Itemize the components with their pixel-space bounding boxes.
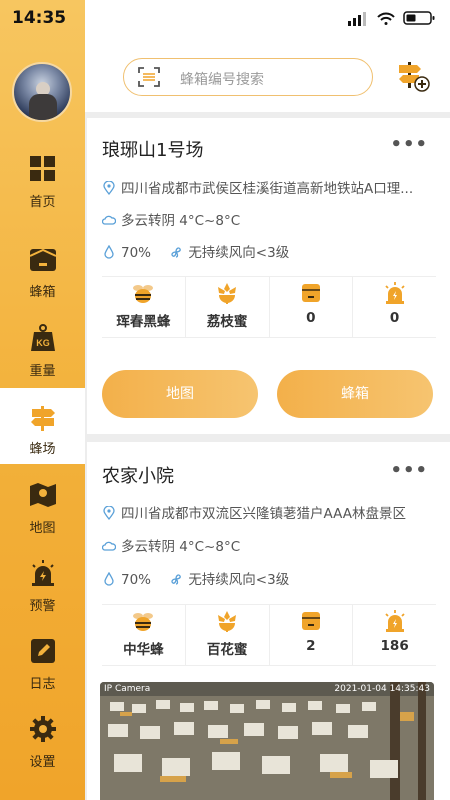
- weight-kg-icon: KG: [31, 324, 55, 351]
- apiary-name: 农家小院: [102, 466, 174, 487]
- beehive-box-icon: [301, 612, 320, 630]
- stat-alerts: 0: [353, 277, 436, 337]
- add-apiary-icon[interactable]: [397, 60, 431, 92]
- svg-text:KG: KG: [36, 338, 50, 348]
- sidebar: 14:35 首页 蜂箱 KG 重量 蜂场 地图 预警 日志 设置: [0, 0, 85, 800]
- hives-button[interactable]: 蜂箱: [277, 370, 433, 418]
- alarm-icon: [32, 560, 54, 586]
- more-options-button[interactable]: •••: [390, 460, 428, 481]
- humidity-text: 70%: [121, 245, 152, 261]
- stat-alerts: 186: [353, 605, 436, 665]
- map-icon: [30, 483, 56, 507]
- stat-bee-species: 中华蜂: [102, 605, 186, 665]
- weather-line: 多云转阴 4°C~8°C: [102, 535, 442, 555]
- location-pin-icon: [103, 506, 115, 520]
- search-placeholder: 蜂箱编号搜索: [180, 72, 264, 88]
- address-line: 四川省成都市武侯区桂溪街道高新地铁站A口理...: [102, 177, 442, 197]
- sidebar-item-alert[interactable]: 预警: [0, 559, 85, 637]
- stat-value: 百花蜜: [206, 642, 248, 658]
- apiary-signpost-icon: [31, 406, 55, 431]
- sidebar-item-label: 日志: [29, 677, 56, 692]
- wind-text: 无持续风向<3级: [188, 245, 290, 261]
- address-line: 四川省成都市双流区兴隆镇荖猎户AAA林盘景区: [102, 502, 442, 522]
- sidebar-item-label: 蜂箱: [29, 285, 56, 300]
- stat-value: 荔枝蜜: [206, 314, 248, 330]
- sidebar-item-apiary[interactable]: 蜂场: [0, 388, 85, 464]
- sidebar-item-hives[interactable]: 蜂箱: [0, 245, 85, 323]
- more-options-button[interactable]: •••: [390, 134, 428, 155]
- wind-text: 无持续风向<3级: [188, 572, 290, 588]
- log-edit-icon: [31, 639, 55, 663]
- cloud-icon: [102, 541, 116, 551]
- status-time: 14:35: [12, 8, 67, 28]
- apiary-name: 琅琊山1号场: [102, 140, 204, 161]
- apiary-stats: 中华蜂 百花蜜 2 186: [102, 604, 436, 666]
- stat-value: 中华蜂: [123, 642, 164, 658]
- humidity-wind-line: 70% 无持续风向<3级: [102, 241, 442, 261]
- bee-icon: [133, 613, 154, 631]
- beehive-box-icon: [29, 248, 57, 271]
- battery-icon: [403, 11, 435, 25]
- sidebar-item-label: 地图: [29, 521, 56, 536]
- grid-icon: [30, 156, 55, 181]
- flower-icon: [218, 283, 237, 304]
- humidity-drop-icon: [104, 245, 114, 259]
- humidity-text: 70%: [121, 572, 152, 588]
- gear-icon: [30, 716, 56, 742]
- sidebar-item-label: 蜂场: [29, 442, 56, 457]
- stat-value: 0: [306, 310, 316, 326]
- stat-value: 2: [306, 638, 316, 654]
- location-pin-icon: [103, 181, 115, 195]
- main-content: 蜂箱编号搜索 琅琊山1号场 ••• 四川省成都市武侯区桂溪街道高新地铁站A口理.…: [85, 0, 450, 800]
- camera-feed[interactable]: IP Camera 2021-01-04 14:35:43: [100, 682, 434, 800]
- sidebar-item-map[interactable]: 地图: [0, 481, 85, 559]
- wind-fan-icon: [171, 247, 182, 258]
- sidebar-item-label: 首页: [29, 195, 56, 210]
- apiary-card[interactable]: 琅琊山1号场 ••• 四川省成都市武侯区桂溪街道高新地铁站A口理... 多云转阴…: [87, 118, 450, 434]
- sidebar-item-home[interactable]: 首页: [0, 155, 85, 233]
- apiary-stats: 珲春黑蜂 荔枝蜜 0 0: [102, 276, 436, 338]
- humidity-wind-line: 70% 无持续风向<3级: [102, 568, 442, 588]
- camera-label: IP Camera: [104, 684, 151, 694]
- stat-value: 186: [380, 638, 409, 654]
- search-input[interactable]: 蜂箱编号搜索: [123, 58, 373, 96]
- address-text: 四川省成都市武侯区桂溪街道高新地铁站A口理...: [121, 181, 414, 197]
- map-button[interactable]: 地图: [102, 370, 258, 418]
- stat-hive-count: 2: [270, 605, 354, 665]
- scan-icon[interactable]: [138, 67, 160, 87]
- weather-text: 多云转阴 4°C~8°C: [121, 213, 241, 229]
- alarm-icon: [384, 610, 405, 632]
- sidebar-item-settings[interactable]: 设置: [0, 715, 85, 793]
- stat-value: 0: [389, 310, 400, 326]
- stat-bee-species: 珲春黑蜂: [102, 277, 186, 337]
- bee-icon: [133, 285, 154, 303]
- alarm-icon: [384, 282, 405, 304]
- camera-timestamp: 2021-01-04 14:35:43: [334, 684, 430, 694]
- status-bar-icons: [348, 11, 435, 26]
- apiary-camera-image: [100, 682, 434, 800]
- stat-honey-type: 百花蜜: [186, 605, 270, 665]
- stat-value: 珲春黑蜂: [116, 314, 171, 330]
- sidebar-item-log[interactable]: 日志: [0, 637, 85, 715]
- flower-icon: [218, 611, 237, 632]
- cloud-icon: [102, 215, 116, 225]
- avatar[interactable]: [12, 62, 72, 122]
- sidebar-item-label: 设置: [29, 755, 56, 770]
- weather-line: 多云转阴 4°C~8°C: [102, 209, 442, 229]
- wind-fan-icon: [171, 574, 182, 585]
- sidebar-item-label: 重量: [29, 364, 56, 379]
- sidebar-item-label: 预警: [29, 599, 56, 614]
- weather-text: 多云转阴 4°C~8°C: [121, 539, 241, 555]
- beehive-box-icon: [301, 284, 320, 302]
- signal-icon: [348, 12, 366, 26]
- address-text: 四川省成都市双流区兴隆镇荖猎户AAA林盘景区: [121, 506, 406, 522]
- stat-honey-type: 荔枝蜜: [186, 277, 270, 337]
- wifi-icon: [377, 12, 395, 25]
- stat-hive-count: 0: [270, 277, 354, 337]
- humidity-drop-icon: [104, 572, 114, 586]
